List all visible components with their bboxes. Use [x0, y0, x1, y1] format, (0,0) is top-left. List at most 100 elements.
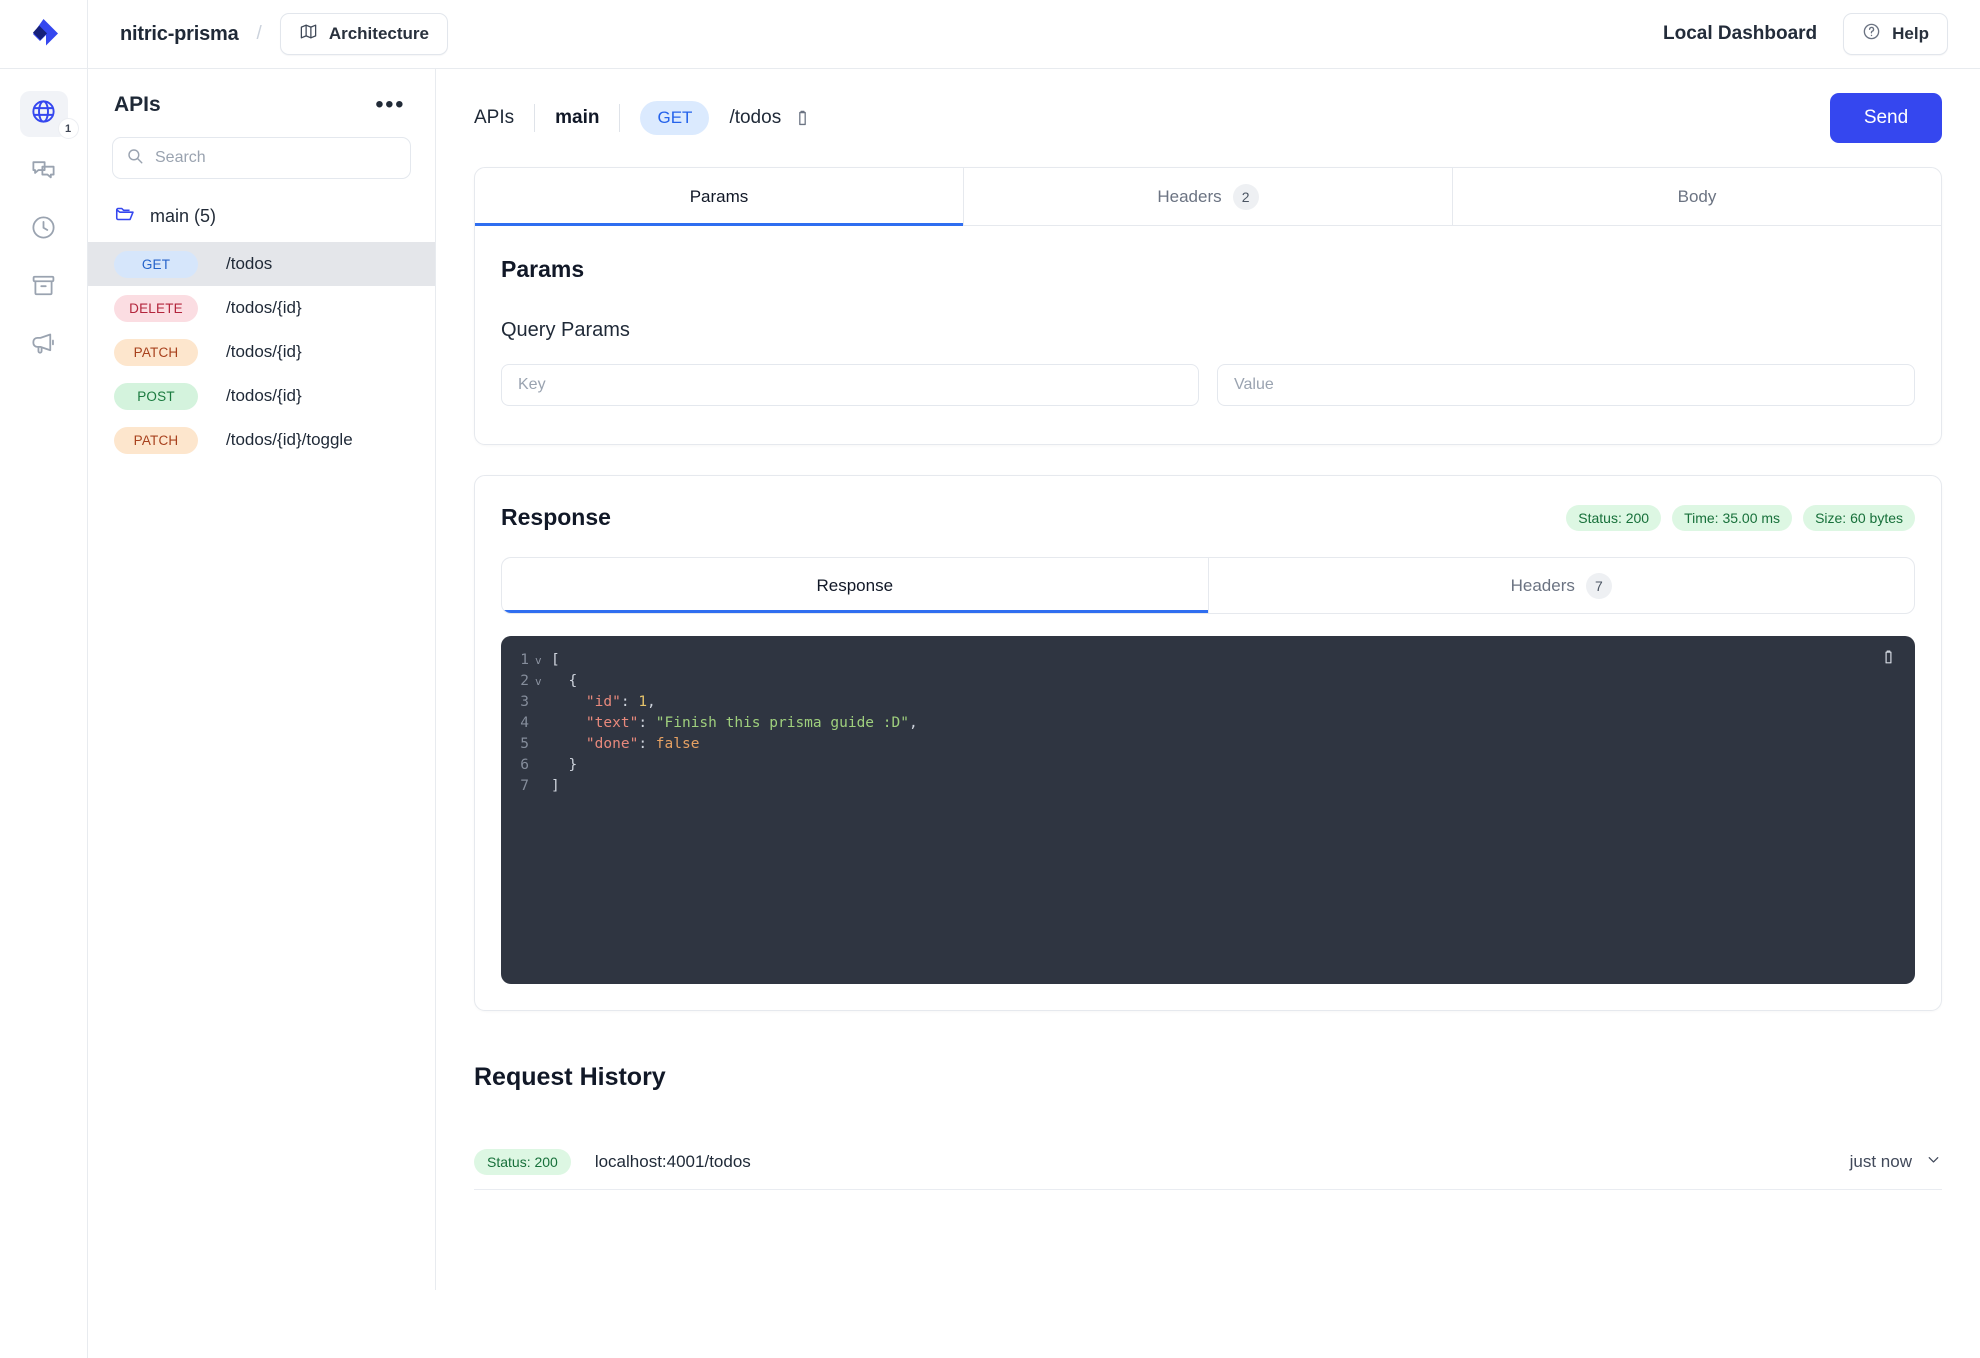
megaphone-icon — [30, 330, 57, 362]
architecture-button[interactable]: Architecture — [280, 13, 448, 55]
rail-item-websockets[interactable] — [20, 323, 68, 369]
tab-response[interactable]: Response — [502, 558, 1209, 613]
code-line-number: 6 — [501, 755, 535, 776]
breadcrumb-divider — [619, 104, 620, 132]
tab-params[interactable]: Params — [475, 168, 964, 225]
size-badge: Size: 60 bytes — [1803, 505, 1915, 531]
code-line-text: "done": false — [551, 734, 699, 755]
main-content: APIs main GET /todos Send Params Headers… — [436, 69, 1980, 1358]
response-title: Response — [501, 504, 611, 531]
rail-item-topics[interactable] — [20, 149, 68, 195]
tab-headers-label: Headers — [1157, 187, 1221, 207]
code-line-number: 3 — [501, 692, 535, 713]
code-line-text: { — [551, 671, 577, 692]
params-heading: Params — [501, 256, 1915, 283]
chevron-down-icon[interactable] — [1925, 1151, 1942, 1173]
route-item-get-todos[interactable]: GET /todos — [88, 242, 435, 286]
history-row[interactable]: Status: 200 localhost:4001/todos just no… — [474, 1134, 1942, 1190]
code-line-text: ] — [551, 776, 560, 797]
help-label: Help — [1892, 24, 1929, 44]
status-badge: Status: 200 — [1566, 505, 1661, 531]
send-button[interactable]: Send — [1830, 93, 1942, 143]
tab-headers[interactable]: Headers 2 — [964, 168, 1453, 225]
code-line: 7] — [501, 776, 1915, 797]
folder-icon — [114, 203, 136, 230]
route-method-badge: PATCH — [114, 339, 198, 366]
rail-item-schedules[interactable] — [20, 207, 68, 253]
code-line: 5 "done": false — [501, 734, 1915, 755]
route-method-badge: DELETE — [114, 295, 198, 322]
route-item-delete-todos-id[interactable]: DELETE /todos/{id} — [88, 286, 435, 330]
response-code-block: 1v[2v {3 "id": 1,4 "text": "Finish this … — [501, 636, 1915, 984]
query-params-heading: Query Params — [501, 319, 1915, 342]
code-line-number: 5 — [501, 734, 535, 755]
architecture-label: Architecture — [329, 24, 429, 44]
ellipsis-icon[interactable]: ••• — [371, 91, 409, 119]
query-param-value-input[interactable] — [1217, 364, 1915, 406]
clipboard-icon[interactable] — [793, 109, 812, 128]
breadcrumb: nitric-prisma / Architecture — [88, 13, 448, 55]
request-history-section: Request History Status: 200 localhost:40… — [436, 1011, 1980, 1190]
route-method-badge: PATCH — [114, 427, 198, 454]
history-time: just now — [1850, 1152, 1912, 1172]
route-item-post-todos-id[interactable]: POST /todos/{id} — [88, 374, 435, 418]
tab-body-label: Body — [1678, 187, 1717, 207]
query-param-row — [501, 364, 1915, 406]
code-line-number: 2 — [501, 671, 535, 692]
route-method-badge: POST — [114, 383, 198, 410]
code-fold-toggle-icon[interactable]: v — [535, 650, 551, 671]
route-path: /todos/{id} — [226, 298, 302, 318]
map-icon — [299, 22, 318, 46]
clipboard-icon[interactable] — [1880, 649, 1897, 673]
rail-item-apis[interactable]: 1 — [20, 91, 68, 137]
tab-body[interactable]: Body — [1453, 168, 1941, 225]
question-circle-icon — [1862, 22, 1881, 46]
api-group-main[interactable]: main (5) — [88, 179, 435, 242]
help-button[interactable]: Help — [1843, 13, 1948, 55]
route-path: /todos/{id} — [226, 342, 302, 362]
code-lines: 1v[2v {3 "id": 1,4 "text": "Finish this … — [501, 650, 1915, 797]
icon-rail: 1 — [0, 69, 88, 1358]
response-tabs: Response Headers 7 — [501, 557, 1915, 614]
project-name: nitric-prisma — [120, 23, 239, 46]
clock-icon — [30, 214, 57, 246]
breadcrumb-apis[interactable]: APIs — [474, 107, 514, 129]
tab-headers-badge: 2 — [1233, 184, 1259, 210]
code-line-text: "id": 1, — [551, 692, 656, 713]
top-bar: nitric-prisma / Architecture Local Dashb… — [0, 0, 1980, 69]
apis-panel-header: APIs ••• — [88, 69, 435, 129]
route-path: /todos/{id} — [226, 386, 302, 406]
route-item-patch-todos-id[interactable]: PATCH /todos/{id} — [88, 330, 435, 374]
request-card: Params Headers 2 Body Params Query Param… — [474, 167, 1942, 445]
search-icon — [126, 147, 144, 170]
code-line-text: } — [551, 755, 577, 776]
route-item-patch-todos-id-toggle[interactable]: PATCH /todos/{id}/toggle — [88, 418, 435, 462]
response-meta-pills: Status: 200 Time: 35.00 ms Size: 60 byte… — [1566, 505, 1915, 531]
request-method-chip[interactable]: GET — [640, 101, 709, 135]
search-input[interactable] — [155, 149, 397, 167]
params-panel: Params Query Params — [475, 226, 1941, 444]
apis-count-badge: 1 — [58, 118, 79, 139]
response-header: Response Status: 200 Time: 35.00 ms Size… — [475, 476, 1941, 531]
breadcrumb-api-name[interactable]: main — [555, 107, 599, 129]
app-logo[interactable] — [0, 0, 88, 69]
history-row-right: just now — [1850, 1151, 1942, 1173]
request-tabs: Params Headers 2 Body — [475, 168, 1941, 226]
request-header: APIs main GET /todos Send — [436, 69, 1980, 167]
apis-panel-title: APIs — [114, 93, 161, 117]
archive-box-icon — [30, 272, 57, 304]
tab-response-headers[interactable]: Headers 7 — [1209, 558, 1915, 613]
query-param-key-input[interactable] — [501, 364, 1199, 406]
code-line-number: 4 — [501, 713, 535, 734]
search-box[interactable] — [112, 137, 411, 179]
code-line-text: "text": "Finish this prisma guide :D", — [551, 713, 918, 734]
breadcrumb-separator: / — [257, 23, 262, 45]
tab-response-headers-badge: 7 — [1586, 573, 1612, 599]
rail-item-storage[interactable] — [20, 265, 68, 311]
request-history-title: Request History — [474, 1063, 1942, 1092]
chat-bubbles-icon — [30, 156, 57, 188]
code-fold-toggle-icon[interactable]: v — [535, 671, 551, 692]
code-line: 4 "text": "Finish this prisma guide :D", — [501, 713, 1915, 734]
tab-params-label: Params — [690, 187, 749, 207]
globe-icon — [30, 98, 57, 130]
